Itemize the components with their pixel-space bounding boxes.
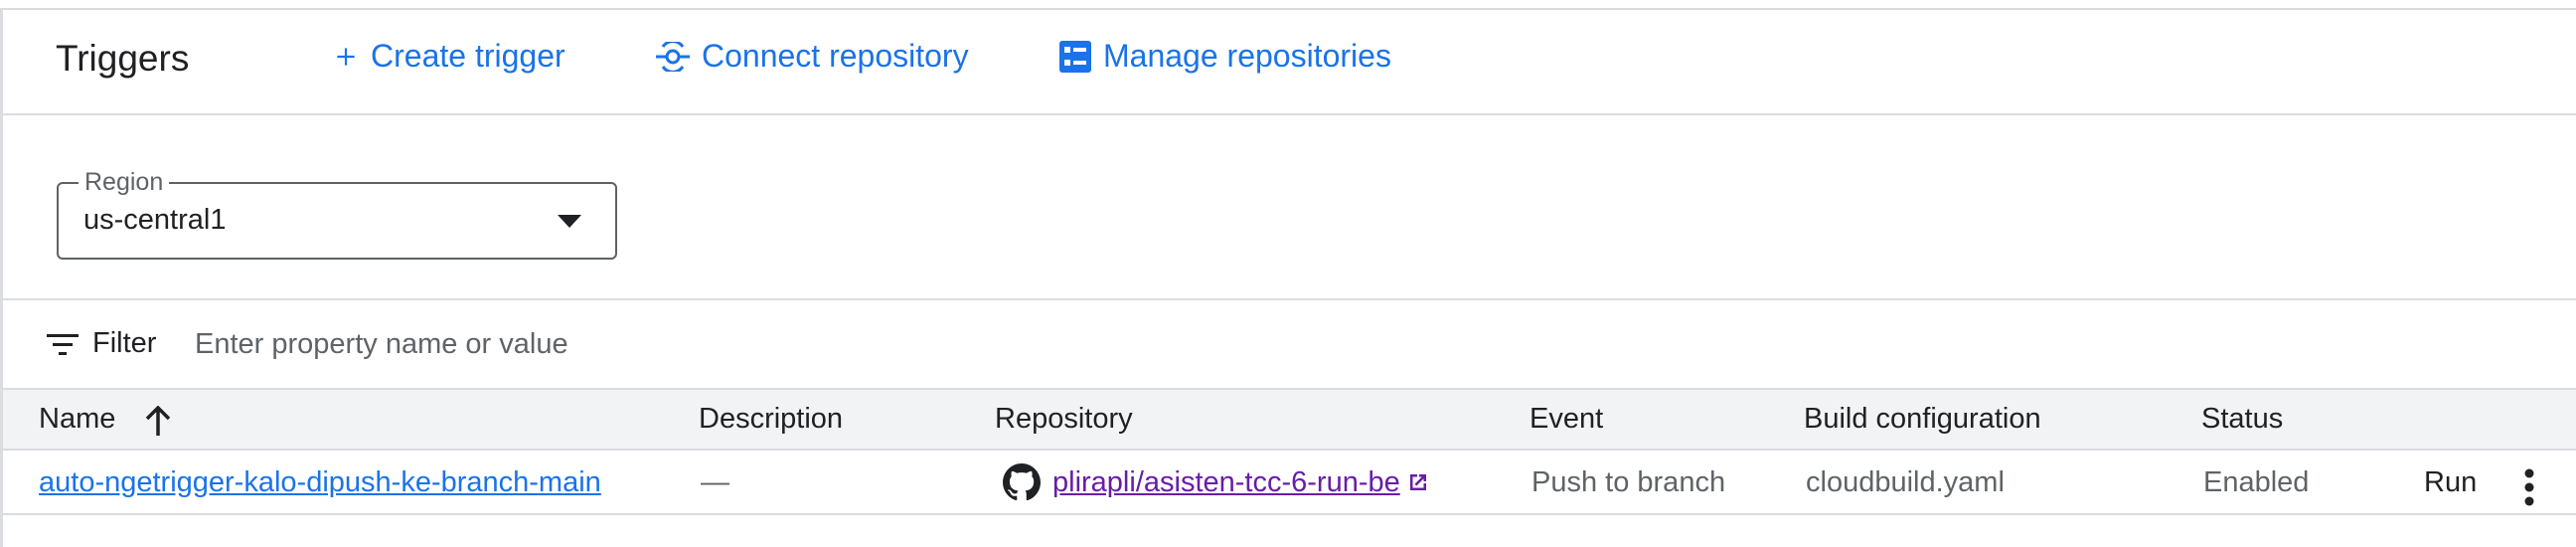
connect-repository-label: Connect repository: [702, 38, 969, 74]
region-value: us-central1: [83, 204, 227, 236]
column-header-event: Event: [1530, 403, 1604, 435]
description-cell: —: [701, 466, 729, 498]
page-title: Triggers: [56, 38, 190, 79]
connect-icon: [656, 41, 690, 72]
sort-ascending-icon[interactable]: [145, 406, 171, 436]
region-select[interactable]: Region us-central1: [57, 167, 617, 260]
table-header: Name Description Repository Event Build …: [3, 388, 2576, 451]
create-trigger-button[interactable]: Create trigger: [333, 38, 565, 75]
column-header-repository: Repository: [995, 403, 1133, 435]
column-header-description: Description: [699, 403, 844, 435]
add-icon: [337, 47, 355, 66]
dropdown-caret-icon: [558, 215, 581, 228]
filter-icon[interactable]: [47, 332, 79, 358]
run-button[interactable]: Run: [2424, 466, 2477, 499]
page-header: Triggers Create trigger Connect reposito…: [3, 10, 2576, 115]
github-icon: [1003, 463, 1041, 501]
region-label: Region: [79, 167, 170, 197]
trigger-name-link[interactable]: auto-ngetrigger-kalo-dipush-ke-branch-ma…: [39, 466, 601, 498]
filter-label: Filter: [92, 327, 157, 359]
filter-bar: Filter: [3, 298, 2576, 388]
external-link-icon[interactable]: [1406, 470, 1430, 494]
column-header-build-configuration: Build configuration: [1804, 403, 2041, 435]
table-row: auto-ngetrigger-kalo-dipush-ke-branch-ma…: [3, 451, 2576, 515]
connect-repository-button[interactable]: Connect repository: [656, 38, 969, 75]
triggers-page: Triggers Create trigger Connect reposito…: [0, 8, 2576, 547]
column-header-name[interactable]: Name: [39, 403, 115, 436]
trigger-name-cell: auto-ngetrigger-kalo-dipush-ke-branch-ma…: [39, 466, 601, 499]
repositories-icon: [1059, 40, 1091, 73]
manage-repositories-label: Manage repositories: [1103, 38, 1391, 74]
repository-link[interactable]: plirapli/asisten-tcc-6-run-be: [1052, 466, 1400, 499]
build-configuration-cell: cloudbuild.yaml: [1806, 466, 2005, 498]
filter-input[interactable]: [195, 322, 1089, 366]
column-header-status: Status: [2201, 403, 2284, 435]
more-vert-icon[interactable]: [2523, 468, 2535, 506]
manage-repositories-button[interactable]: Manage repositories: [1059, 38, 1391, 75]
create-trigger-label: Create trigger: [371, 38, 565, 74]
event-cell: Push to branch: [1531, 466, 1726, 498]
status-cell: Enabled: [2203, 466, 2310, 498]
repository-cell: plirapli/asisten-tcc-6-run-be: [1003, 463, 1430, 501]
